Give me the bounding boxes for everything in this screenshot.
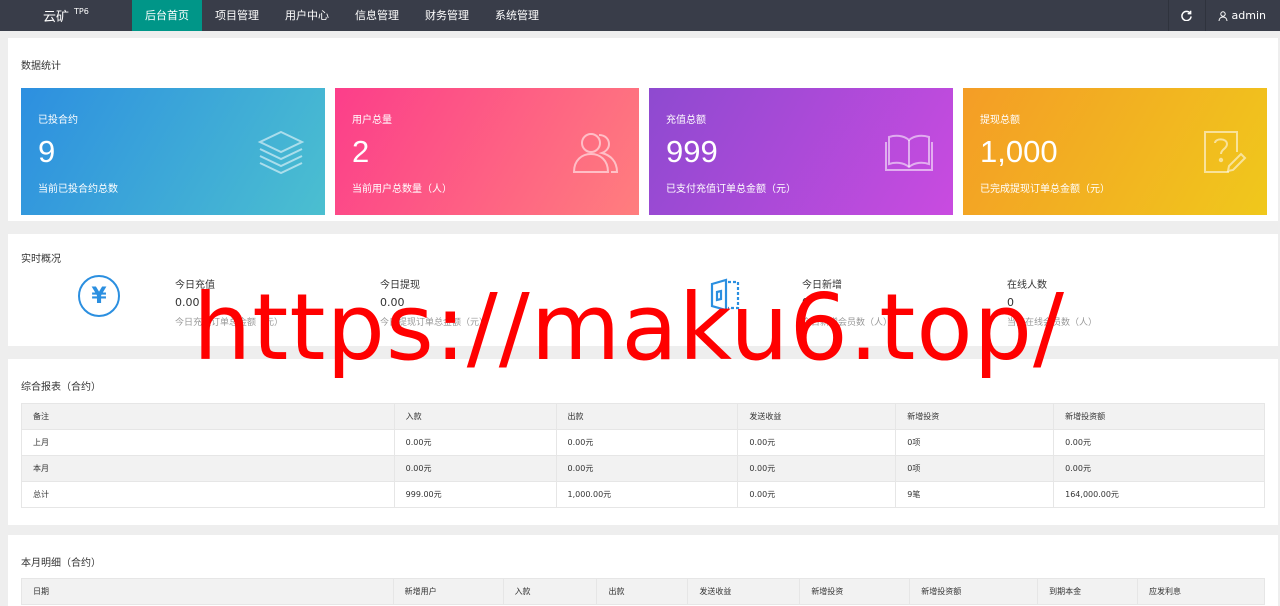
stat-value: 999 xyxy=(666,134,718,169)
refresh-button[interactable] xyxy=(1167,0,1205,31)
table-cell: 0项 xyxy=(895,429,1055,456)
col-header: 新增投资 xyxy=(895,403,1055,430)
stat-value: 2 xyxy=(352,134,370,169)
table-header-row: 日期 新增用户 入款 出款 发送收益 新增投资 新增投资额 到期本金 应发利息 xyxy=(21,578,1265,605)
stat-card-recharge: 充值总额 999 已支付充值订单总金额（元） xyxy=(649,88,953,215)
nav-finance[interactable]: 财务管理 xyxy=(412,0,482,31)
table-cell: 0.00元 xyxy=(737,455,897,482)
nav-users[interactable]: 用户中心 xyxy=(272,0,342,31)
stat-label: 提现总额 xyxy=(980,115,1020,126)
top-navbar: 云矿 TP6 后台首页 项目管理 用户中心 信息管理 财务管理 系统管理 admi… xyxy=(0,0,1280,31)
monthly-panel: 本月明细（合约） 日期 新增用户 入款 出款 发送收益 新增投资 新增投资额 到… xyxy=(8,535,1278,606)
user-icon xyxy=(1218,10,1228,21)
stats-panel: 数据统计 已投合约 9 当前已投合约总数 用户总量 2 当前用户总数量（人） 充… xyxy=(8,38,1278,221)
table-cell: 本月 xyxy=(21,455,395,482)
logo-version: TP6 xyxy=(74,7,89,16)
col-header: 入款 xyxy=(393,403,557,430)
nav-home[interactable]: 后台首页 xyxy=(132,0,202,31)
table-cell: 0.00元 xyxy=(393,429,557,456)
col-header: 出款 xyxy=(596,578,689,605)
watermark-url: https://maku6.top/ xyxy=(193,274,1066,381)
table-row: 本月 0.00元 0.00元 0.00元 0项 0.00元 xyxy=(21,455,1265,482)
monthly-table: 日期 新增用户 入款 出款 发送收益 新增投资 新增投资额 到期本金 应发利息 xyxy=(21,578,1265,605)
stat-card-contracts: 已投合约 9 当前已投合约总数 xyxy=(21,88,325,215)
col-header: 出款 xyxy=(555,403,739,430)
book-icon xyxy=(885,134,933,171)
table-header-row: 备注 入款 出款 发送收益 新增投资 新增投资额 xyxy=(21,403,1265,430)
table-row: 总计 999.00元 1,000.00元 0.00元 9笔 164,000.00… xyxy=(21,481,1265,508)
col-header: 发送收益 xyxy=(687,578,801,605)
stat-card-withdraw: 提现总额 1,000 已完成提现订单总金额（元） xyxy=(963,88,1267,215)
col-header: 入款 xyxy=(502,578,598,605)
table-cell: 0.00元 xyxy=(555,455,739,482)
table-row: 上月 0.00元 0.00元 0.00元 0项 0.00元 xyxy=(21,429,1265,456)
stat-label: 已投合约 xyxy=(38,115,78,126)
table-cell: 9笔 xyxy=(895,481,1055,508)
table-cell: 总计 xyxy=(21,481,395,508)
main-nav: 后台首页 项目管理 用户中心 信息管理 财务管理 系统管理 xyxy=(132,0,552,31)
table-cell: 上月 xyxy=(21,429,395,456)
stat-label: 充值总额 xyxy=(666,115,706,126)
table-cell: 164,000.00元 xyxy=(1053,481,1265,508)
table-cell: 0项 xyxy=(895,455,1055,482)
col-header: 备注 xyxy=(21,403,395,430)
report-title: 综合报表（合约） xyxy=(21,382,101,393)
col-header: 新增用户 xyxy=(392,578,504,605)
user-menu[interactable]: admin xyxy=(1204,0,1280,31)
yen-icon: ¥ xyxy=(78,275,120,317)
nav-system[interactable]: 系统管理 xyxy=(482,0,552,31)
username: admin xyxy=(1231,9,1266,22)
users-icon xyxy=(572,133,619,173)
nav-info[interactable]: 信息管理 xyxy=(342,0,412,31)
col-header: 新增投资额 xyxy=(909,578,1039,605)
nav-projects[interactable]: 项目管理 xyxy=(202,0,272,31)
table-cell: 0.00元 xyxy=(393,455,557,482)
col-header: 新增投资额 xyxy=(1053,403,1265,430)
logo-text: 云矿 xyxy=(43,10,70,25)
table-cell: 0.00元 xyxy=(737,429,897,456)
table-cell: 0.00元 xyxy=(1053,429,1265,456)
stat-desc: 已完成提现订单总金额（元） xyxy=(980,184,1110,195)
stat-value: 1,000 xyxy=(980,134,1058,169)
stat-desc: 当前用户总数量（人） xyxy=(352,184,452,195)
realtime-title: 实时概况 xyxy=(21,254,61,265)
table-cell: 0.00元 xyxy=(555,429,739,456)
stat-label: 用户总量 xyxy=(352,115,392,126)
table-cell: 0.00元 xyxy=(1053,455,1265,482)
col-header: 新增投资 xyxy=(799,578,911,605)
report-panel: 综合报表（合约） 备注 入款 出款 发送收益 新增投资 新增投资额 上月 0.0… xyxy=(8,359,1278,525)
monthly-title: 本月明细（合约） xyxy=(21,558,101,569)
stat-desc: 已支付充值订单总金额（元） xyxy=(666,184,796,195)
table-cell: 0.00元 xyxy=(737,481,897,508)
table-cell: 999.00元 xyxy=(393,481,557,508)
stat-desc: 当前已投合约总数 xyxy=(38,184,118,195)
layers-icon xyxy=(257,130,305,174)
report-table: 备注 入款 出款 发送收益 新增投资 新增投资额 上月 0.00元 0.00元 … xyxy=(21,403,1265,508)
stat-value: 9 xyxy=(38,134,56,169)
question-edit-icon xyxy=(1204,131,1247,173)
col-header: 应发利息 xyxy=(1137,578,1265,605)
app-logo[interactable]: 云矿 TP6 xyxy=(0,0,132,31)
col-header: 日期 xyxy=(21,578,394,605)
stat-card-users: 用户总量 2 当前用户总数量（人） xyxy=(335,88,639,215)
col-header: 到期本金 xyxy=(1037,578,1139,605)
col-header: 发送收益 xyxy=(737,403,897,430)
stats-title: 数据统计 xyxy=(21,61,61,72)
table-cell: 1,000.00元 xyxy=(555,481,739,508)
refresh-icon xyxy=(1181,10,1192,21)
